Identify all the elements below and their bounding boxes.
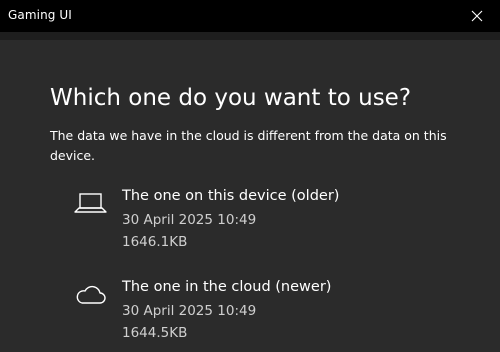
laptop-icon: [74, 193, 107, 213]
option-this-device[interactable]: The one on this device (older) 30 April …: [50, 185, 470, 261]
title-bar-separator: [0, 32, 500, 40]
option-cloud-size: 1644.5KB: [122, 325, 188, 341]
dialog-description: The data we have in the cloud is differe…: [50, 128, 447, 163]
option-device-date: 30 April 2025 10:49: [122, 212, 257, 228]
option-device-size: 1646.1KB: [122, 234, 188, 250]
window-title: Gaming UI: [8, 8, 72, 22]
option-cloud-label: The one in the cloud (newer): [122, 279, 332, 295]
cloud-icon: [76, 285, 106, 304]
option-device-label: The one on this device (older): [122, 188, 340, 204]
option-cloud[interactable]: The one in the cloud (newer) 30 April 20…: [50, 276, 470, 352]
close-icon: [471, 10, 483, 22]
dialog-heading: Which one do you want to use?: [50, 85, 412, 111]
title-bar: Gaming UI: [0, 0, 500, 32]
dialog-content: Which one do you want to use? The data w…: [0, 40, 500, 352]
close-button[interactable]: [454, 0, 500, 32]
option-cloud-date: 30 April 2025 10:49: [122, 303, 257, 319]
